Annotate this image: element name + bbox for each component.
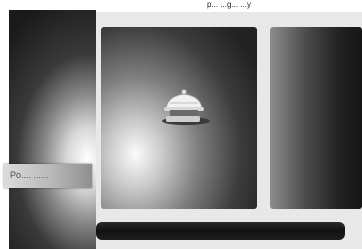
title-bar: p... ...g... ...y xyxy=(96,0,362,12)
device-base xyxy=(166,116,200,122)
right-panel[interactable] xyxy=(270,27,362,209)
device-body xyxy=(170,110,198,116)
progress-bar xyxy=(96,222,345,240)
sidebar-item-selected[interactable]: Po.... ...... xyxy=(4,164,92,188)
device-dome xyxy=(165,93,203,109)
window-title: p... ...g... ...y xyxy=(206,0,251,9)
rotary-device-icon[interactable] xyxy=(156,88,212,130)
device-knob xyxy=(181,89,187,95)
sidebar-item-label: Po.... ...... xyxy=(10,170,49,180)
sidebar xyxy=(9,10,96,249)
